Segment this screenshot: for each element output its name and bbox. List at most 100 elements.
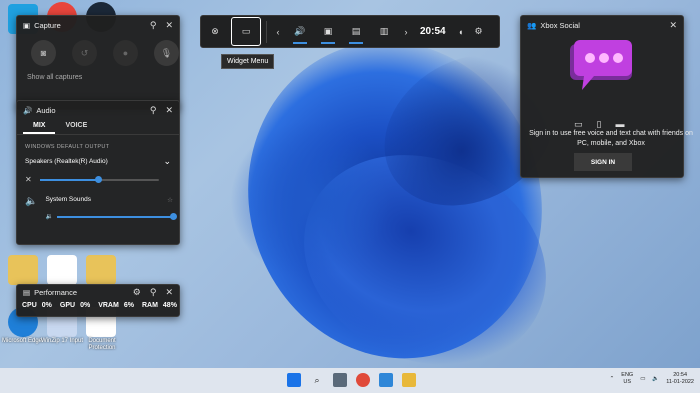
xbox-icon[interactable]: ⊗: [201, 15, 229, 48]
app-volume-knob[interactable]: [169, 212, 177, 220]
social-title: Xbox Social: [540, 20, 580, 30]
master-volume-fill: [39, 178, 99, 181]
device-name: Speakers (Realtek(R) Audio): [25, 158, 108, 165]
network-icon[interactable]: ▭: [640, 376, 645, 382]
performance-widget-icon[interactable]: ▤: [342, 15, 370, 48]
metric-label: CPU: [22, 302, 37, 309]
tab-mix[interactable]: MIX: [23, 119, 56, 134]
chart-icon: ▤: [23, 287, 31, 297]
wallpaper-bloom: [230, 120, 390, 280]
show-all-captures-link[interactable]: Show all captures: [27, 74, 179, 81]
mute-icon[interactable]: ✕: [25, 175, 32, 184]
favorite-icon[interactable]: ☆: [167, 196, 173, 204]
audio-header: 🔊 Audio ⚲ ✕: [17, 101, 179, 119]
chevron-up-icon[interactable]: ⌃: [610, 376, 615, 382]
folder-icon[interactable]: [8, 255, 38, 285]
app-volume-row: 🔈 System Sounds ☆ 🔉: [23, 190, 177, 220]
chevron-right-icon[interactable]: ›: [398, 15, 414, 48]
divider: [266, 20, 267, 43]
metric-value: 0%: [41, 302, 52, 309]
sign-in-button[interactable]: SIGN IN: [574, 153, 632, 171]
language-indicator[interactable]: ENG US: [621, 372, 633, 386]
master-volume-row: ✕: [25, 175, 171, 184]
device-select[interactable]: Speakers (Realtek(R) Audio) ⌄: [25, 156, 171, 167]
settings-icon[interactable]: ⚙: [133, 287, 141, 298]
camera-icon: ▣: [23, 20, 31, 30]
record-last-icon[interactable]: ↺: [72, 40, 97, 66]
metric-label: RAM: [141, 302, 158, 309]
pin-icon[interactable]: ⚲: [150, 20, 157, 31]
social-header: 👥 Xbox Social ✕: [521, 16, 683, 34]
xbox-social-widget: 👥 Xbox Social ✕ ▭ ▯ ▬ Sign in to use fre…: [520, 15, 693, 178]
app-volume-slider[interactable]: [56, 212, 177, 220]
app-name: System Sounds: [45, 196, 91, 203]
taskbar: ⌕ ⌃ ENG US ▭ 🔈 20:54 11-01-2022: [0, 368, 700, 393]
volume-icon[interactable]: 🔈: [652, 376, 659, 382]
search-icon[interactable]: ⌕: [310, 373, 324, 387]
close-icon[interactable]: ✕: [165, 20, 173, 31]
default-output-label: WINDOWS DEFAULT OUTPUT: [25, 144, 110, 150]
mouse-icon[interactable]: ◖: [452, 15, 470, 48]
performance-widget: ▤ Performance ⚙ ⚲ ✕ CPU 0% GPU 0% VRAM 6…: [16, 284, 180, 317]
taskbar-clock[interactable]: 20:54 11-01-2022: [666, 372, 694, 386]
app-volume-fill: [56, 215, 173, 218]
desktop-icon-label: Microsoft Edge: [1, 338, 43, 344]
chrome-icon[interactable]: [356, 373, 370, 387]
screenshot-icon[interactable]: ◙: [31, 40, 56, 66]
mic-off-icon[interactable]: 🎙: [154, 40, 179, 66]
taskbar-date: 11-01-2022: [666, 379, 694, 385]
people-icon: 👥: [527, 20, 537, 30]
taskbar-icons: ⌕: [287, 373, 416, 387]
widget-menu-icon[interactable]: ▭: [231, 17, 261, 46]
desktop-icon-label: WinZip 17 Input: [40, 338, 84, 344]
audio-tabs: MIX VOICE: [17, 119, 179, 135]
taskbar-time: 20:54: [673, 372, 688, 378]
task-view-icon[interactable]: [333, 373, 347, 387]
capture-header: ▣ Capture ⚲ ✕: [17, 16, 179, 34]
windows-start-icon[interactable]: [287, 373, 301, 387]
metric-value: 6%: [123, 302, 134, 309]
app-speaker-icon: 🔈: [25, 196, 38, 207]
gear-icon[interactable]: ⚙: [470, 15, 488, 48]
file-explorer-icon[interactable]: [402, 373, 416, 387]
game-bar: ⊗ ▭ ‹ 🔊 ▣ ▤ ▥ › 20:54 ◖ ⚙: [200, 15, 500, 48]
gamebar-clock: 20:54: [420, 26, 446, 37]
tab-voice[interactable]: VOICE: [55, 119, 97, 134]
app-icon[interactable]: [379, 373, 393, 387]
resources-widget-icon[interactable]: ▥: [370, 15, 398, 48]
capture-buttons: ◙ ↺ ● 🎙: [17, 34, 179, 66]
close-icon[interactable]: ✕: [669, 20, 677, 31]
audio-widget-icon[interactable]: 🔊: [286, 15, 314, 48]
audio-widget: 🔊 Audio ⚲ ✕ MIX VOICE WINDOWS DEFAULT OU…: [16, 100, 180, 245]
chevron-left-icon[interactable]: ‹: [270, 15, 286, 48]
social-description: Sign in to use free voice and text chat …: [529, 130, 693, 147]
close-icon[interactable]: ✕: [165, 105, 173, 116]
performance-title: Performance: [34, 287, 78, 297]
metric-value: 48%: [162, 302, 177, 309]
pdf-file-icon[interactable]: [47, 255, 77, 285]
metric-value: 0%: [80, 302, 91, 309]
speaker-icon: 🔊: [23, 105, 33, 115]
chat-bubble-icon: [570, 40, 632, 90]
record-icon[interactable]: ●: [113, 40, 138, 66]
metric-label: GPU: [59, 302, 76, 309]
desktop-icon-label: Document Protection: [88, 338, 116, 351]
master-volume-knob[interactable]: [94, 175, 102, 183]
folder-icon[interactable]: [86, 255, 116, 285]
performance-metrics: CPU 0% GPU 0% VRAM 6% RAM 48%: [17, 299, 179, 309]
master-volume-slider[interactable]: [39, 175, 159, 183]
widget-menu-tooltip: Widget Menu: [221, 54, 275, 69]
volume-icon: 🔉: [45, 214, 53, 220]
audio-title: Audio: [36, 105, 56, 115]
system-tray: ⌃ ENG US ▭ 🔈 20:54 11-01-2022: [610, 372, 694, 386]
close-icon[interactable]: ✕: [165, 287, 173, 298]
pin-icon[interactable]: ⚲: [150, 105, 157, 116]
lang-region: US: [623, 379, 632, 385]
capture-widget-icon[interactable]: ▣: [314, 15, 342, 48]
metric-label: VRAM: [98, 302, 119, 309]
performance-header: ▤ Performance ⚙ ⚲ ✕: [17, 285, 179, 299]
pin-icon[interactable]: ⚲: [150, 287, 157, 298]
capture-title: Capture: [34, 20, 61, 30]
chevron-down-icon: ⌄: [163, 156, 171, 166]
capture-widget: ▣ Capture ⚲ ✕ ◙ ↺ ● 🎙 Show all captures: [16, 15, 180, 110]
